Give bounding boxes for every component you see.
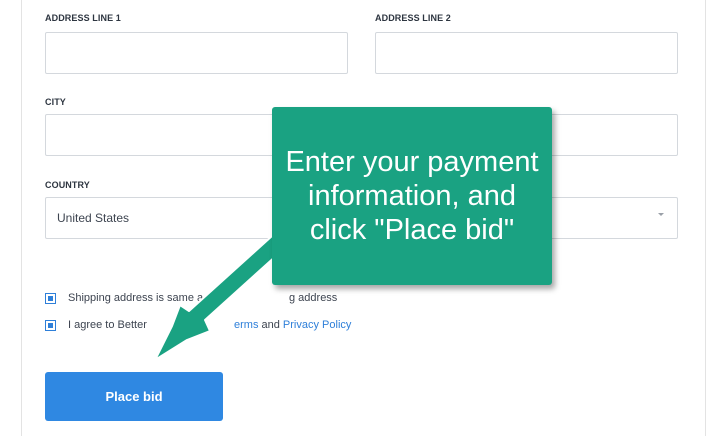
shipping-same-label-right: g address [289,292,338,304]
city-label: CITY [45,97,66,107]
annotation-callout-text: Enter your payment information, and clic… [285,146,539,246]
agree-terms-label-right: erms and Privacy Policy [234,319,351,331]
country-label: COUNTRY [45,180,90,190]
checkbox-checked-icon [48,296,53,301]
checkbox-checked-icon [48,323,53,328]
address-line1-label: ADDRESS LINE 1 [45,13,121,23]
address-line2-input[interactable] [375,32,678,74]
chevron-down-icon [658,213,664,216]
agree-terms-label-left: I agree to Better [68,319,147,331]
place-bid-button[interactable]: Place bid [45,372,223,421]
annotation-callout: Enter your payment information, and clic… [272,107,552,285]
and-text: and [258,319,283,331]
shipping-same-checkbox[interactable] [45,293,56,304]
privacy-policy-link[interactable]: Privacy Policy [283,319,351,331]
terms-link[interactable]: erms [234,319,258,331]
address-line1-input[interactable] [45,32,348,74]
agree-terms-checkbox[interactable] [45,320,56,331]
shipping-same-label-left: Shipping address is same a [68,292,204,304]
address-line2-label: ADDRESS LINE 2 [375,13,451,23]
country-value: United States [57,211,130,225]
place-bid-label: Place bid [105,389,163,404]
